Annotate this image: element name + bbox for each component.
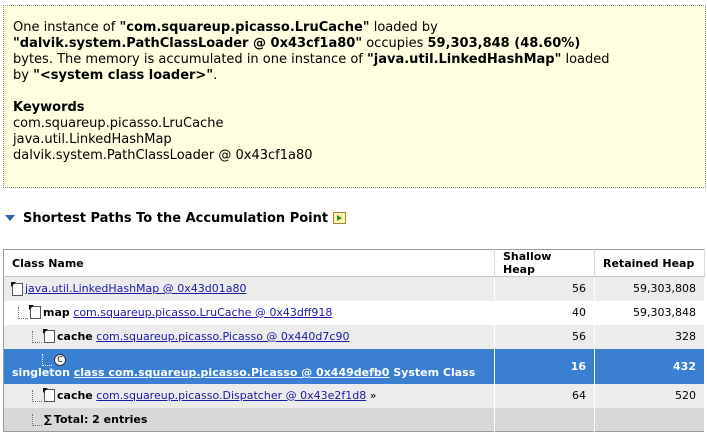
table-row-selected[interactable]: C singleton class com.squareup.picasso.P… <box>3 348 705 384</box>
shallow-heap-cell: 56 <box>494 324 595 349</box>
sum-icon: ∑ <box>44 412 52 426</box>
field-name: cache <box>57 329 93 343</box>
summary-line-3: bytes. The memory is accumulated in one … <box>13 52 696 68</box>
summary-line-2: "dalvik.system.PathClassLoader @ 0x43cf1… <box>13 36 696 52</box>
retained-heap-cell: 520 <box>594 383 705 408</box>
summary-acc-loader: "<system class loader>" <box>33 68 214 83</box>
column-header-retained-heap[interactable]: Retained Heap <box>594 249 705 277</box>
class-icon: C <box>54 354 66 366</box>
table-header-row: Class Name Shallow Heap Retained Heap <box>3 249 705 277</box>
table-row[interactable]: cache com.squareup.picasso.Picasso @ 0x4… <box>3 324 705 349</box>
tree-connector-icon <box>18 306 28 319</box>
class-name-cell: cache com.squareup.picasso.Dispatcher @ … <box>3 383 495 408</box>
shallow-heap-cell: 40 <box>494 300 595 325</box>
summary-size: 59,303,848 (48.60%) <box>427 36 581 51</box>
class-name-cell: java.util.LinkedHashMap @ 0x43d01a80 <box>3 276 495 301</box>
summary-line-1: One instance of "com.squareup.picasso.Lr… <box>13 20 696 36</box>
object-icon <box>29 305 41 320</box>
table-row[interactable]: map com.squareup.picasso.LruCache @ 0x43… <box>3 300 705 325</box>
shallow-heap-cell: 64 <box>494 383 595 408</box>
table-row[interactable]: java.util.LinkedHashMap @ 0x43d01a80 56 … <box>3 276 705 301</box>
column-header-class-name[interactable]: Class Name <box>3 249 495 277</box>
object-link[interactable]: class com.squareup.picasso.Picasso @ 0x4… <box>74 366 390 379</box>
object-icon <box>43 329 55 344</box>
collapse-twisty-icon[interactable] <box>5 215 15 221</box>
retained-heap-cell: 59,303,808 <box>594 276 705 301</box>
table-total-row: ∑ Total: 2 entries <box>3 407 705 432</box>
class-name-cell: ∑ Total: 2 entries <box>3 407 495 432</box>
expand-more-icon[interactable]: » <box>366 389 377 402</box>
object-icon <box>11 281 23 296</box>
system-class-label: System Class <box>389 366 476 379</box>
paths-table: Class Name Shallow Heap Retained Heap ja… <box>3 249 705 432</box>
field-name: cache <box>57 388 93 402</box>
object-link[interactable]: com.squareup.picasso.Picasso @ 0x440d7c9… <box>96 330 349 343</box>
summary-text: . <box>213 68 218 83</box>
summary-text: loaded <box>561 52 610 67</box>
summary-text: bytes. The memory is accumulated in one … <box>13 52 367 67</box>
tree-connector-icon <box>32 413 42 426</box>
class-name-cell: cache com.squareup.picasso.Picasso @ 0x4… <box>3 324 495 349</box>
shallow-heap-cell <box>494 407 595 432</box>
shallow-heap-cell: 56 <box>494 276 595 301</box>
retained-heap-cell: 328 <box>594 324 705 349</box>
keywords-title: Keywords <box>13 100 85 115</box>
summary-acc-class: "java.util.LinkedHashMap" <box>367 52 562 67</box>
object-link[interactable]: com.squareup.picasso.LruCache @ 0x43dff9… <box>73 306 332 319</box>
class-name-cell: C singleton class com.squareup.picasso.P… <box>3 348 495 384</box>
field-name: map <box>43 305 70 319</box>
summary-text: loaded by <box>369 20 438 35</box>
column-header-shallow-heap[interactable]: Shallow Heap <box>494 249 595 277</box>
section-header[interactable]: Shortest Paths To the Accumulation Point <box>5 208 347 228</box>
summary-text: by <box>13 68 34 83</box>
tree-connector-icon <box>42 354 52 366</box>
keyword-item: com.squareup.picasso.LruCache <box>13 116 224 131</box>
total-entries-label: Total: 2 entries <box>53 412 148 426</box>
section-title: Shortest Paths To the Accumulation Point <box>23 210 329 226</box>
object-icon <box>43 388 55 403</box>
keyword-item: dalvik.system.PathClassLoader @ 0x43cf1a… <box>13 148 313 163</box>
object-link[interactable]: java.util.LinkedHashMap @ 0x43d01a80 <box>25 282 246 295</box>
query-browser-icon[interactable] <box>333 212 347 224</box>
tree-connector-icon <box>32 389 42 402</box>
table-row[interactable]: cache com.squareup.picasso.Dispatcher @ … <box>3 383 705 408</box>
retained-heap-cell: 432 <box>594 348 705 384</box>
shallow-heap-cell: 16 <box>494 348 595 384</box>
tree-connector-icon <box>32 330 42 343</box>
keyword-item: java.util.LinkedHashMap <box>13 132 172 147</box>
class-name-cell: map com.squareup.picasso.LruCache @ 0x43… <box>3 300 495 325</box>
summary-panel: One instance of "com.squareup.picasso.Lr… <box>3 5 706 188</box>
retained-heap-cell: 59,303,848 <box>594 300 705 325</box>
summary-text: occupies <box>362 36 428 51</box>
summary-class-name: "com.squareup.picasso.LruCache" <box>119 20 370 35</box>
summary-text: One instance of <box>13 20 120 35</box>
retained-heap-cell <box>594 407 705 432</box>
summary-line-4: by "<system class loader>". <box>13 68 696 84</box>
field-name: singleton <box>12 366 70 379</box>
object-link[interactable]: com.squareup.picasso.Dispatcher @ 0x43e2… <box>96 389 366 402</box>
summary-loader: "dalvik.system.PathClassLoader @ 0x43cf1… <box>13 36 363 51</box>
